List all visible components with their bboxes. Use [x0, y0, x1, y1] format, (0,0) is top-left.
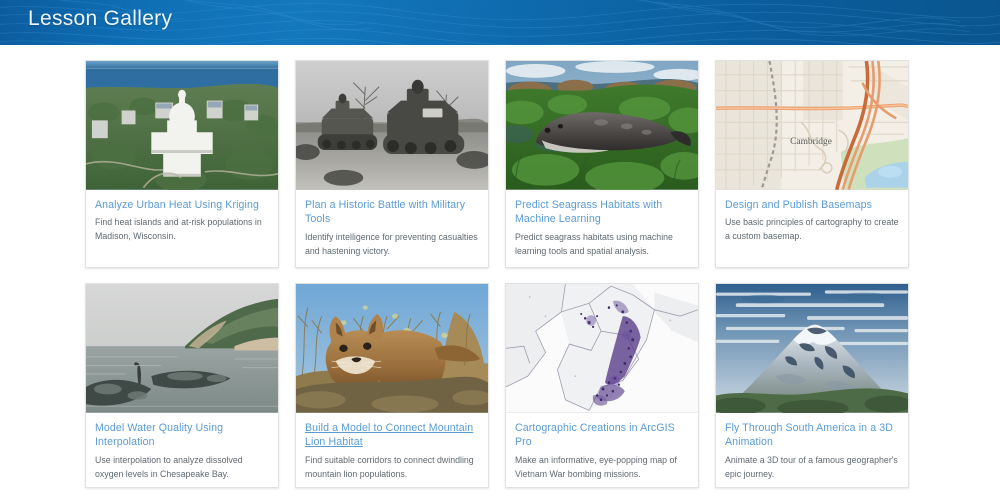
- lesson-card-analyze-urban-heat[interactable]: Analyze Urban Heat Using Kriging Find he…: [85, 60, 279, 268]
- lesson-title-link[interactable]: Build a Model to Connect Mountain Lion H…: [305, 421, 479, 450]
- lesson-thumbnail-bw-historic-tanks: [296, 61, 488, 190]
- lesson-gallery: Analyze Urban Heat Using Kriging Find he…: [0, 45, 1000, 500]
- lesson-card-plan-historic-battle[interactable]: Plan a Historic Battle with Military Too…: [295, 60, 489, 268]
- lesson-description: Animate a 3D tour of a famous geographer…: [725, 454, 898, 479]
- lesson-card-body: Analyze Urban Heat Using Kriging Find he…: [86, 190, 278, 250]
- lesson-description: Use basic principles of cartography to c…: [725, 217, 899, 242]
- gallery-row: Analyze Urban Heat Using Kriging Find he…: [0, 60, 1000, 268]
- lesson-thumbnail-aerial-city-capitol-lake: [86, 61, 278, 190]
- lesson-card-predict-seagrass-habitats[interactable]: Predict Seagrass Habitats with Machine L…: [505, 60, 699, 268]
- lesson-card-fly-through-south-america[interactable]: Fly Through South America in a 3D Animat…: [715, 283, 909, 488]
- lesson-card-design-publish-basemaps[interactable]: Cambridge Design and Publish Basemaps Us…: [715, 60, 909, 268]
- lesson-thumbnail-chesapeake-bay-shoreline: [86, 284, 278, 413]
- lesson-card-body: Predict Seagrass Habitats with Machine L…: [506, 190, 698, 264]
- lesson-card-body: Plan a Historic Battle with Military Too…: [296, 190, 488, 264]
- lesson-description: Predict seagrass habitats using machine …: [515, 231, 673, 256]
- lesson-thumbnail-snowcapped-volcano: [716, 284, 908, 413]
- lesson-title-link[interactable]: Design and Publish Basemaps: [725, 198, 899, 213]
- lesson-card-body: Fly Through South America in a 3D Animat…: [716, 413, 908, 487]
- lesson-description: Find suitable corridors to connect dwind…: [305, 454, 474, 479]
- lesson-description: Identify intelligence for preventing cas…: [305, 231, 478, 256]
- gallery-row: Model Water Quality Using Interpolation …: [0, 283, 1000, 488]
- lesson-card-mountain-lion-habitat[interactable]: Build a Model to Connect Mountain Lion H…: [295, 283, 489, 488]
- lesson-card-body: Design and Publish Basemaps Use basic pr…: [716, 190, 908, 250]
- lesson-description: Use interpolation to analyze dissolved o…: [95, 454, 243, 479]
- lesson-thumbnail-seal-on-seagrass: [506, 61, 698, 190]
- lesson-thumbnail-mountain-lion: [296, 284, 488, 413]
- lesson-thumbnail-street-basemap-cambridge: Cambridge: [716, 61, 908, 190]
- page-title: Lesson Gallery: [28, 7, 173, 30]
- lesson-card-model-water-quality[interactable]: Model Water Quality Using Interpolation …: [85, 283, 279, 488]
- lesson-description: Find heat islands and at-risk population…: [95, 217, 262, 242]
- lesson-thumbnail-vietnam-bombing-density-map: [506, 284, 698, 413]
- page-header: Lesson Gallery: [0, 0, 1000, 45]
- lesson-description: Make an informative, eye-popping map of …: [515, 454, 677, 479]
- lesson-card-cartographic-creations[interactable]: Cartographic Creations in ArcGIS Pro Mak…: [505, 283, 699, 488]
- lesson-card-body: Cartographic Creations in ArcGIS Pro Mak…: [506, 413, 698, 487]
- lesson-title-link[interactable]: Model Water Quality Using Interpolation: [95, 421, 269, 450]
- basemap-place-label: Cambridge: [790, 137, 832, 147]
- lesson-title-link[interactable]: Analyze Urban Heat Using Kriging: [95, 198, 269, 213]
- lesson-title-link[interactable]: Predict Seagrass Habitats with Machine L…: [515, 198, 689, 227]
- lesson-card-body: Model Water Quality Using Interpolation …: [86, 413, 278, 487]
- lesson-title-link[interactable]: Fly Through South America in a 3D Animat…: [725, 421, 899, 450]
- lesson-card-body: Build a Model to Connect Mountain Lion H…: [296, 413, 488, 487]
- lesson-title-link[interactable]: Cartographic Creations in ArcGIS Pro: [515, 421, 689, 450]
- lesson-title-link[interactable]: Plan a Historic Battle with Military Too…: [305, 198, 479, 227]
